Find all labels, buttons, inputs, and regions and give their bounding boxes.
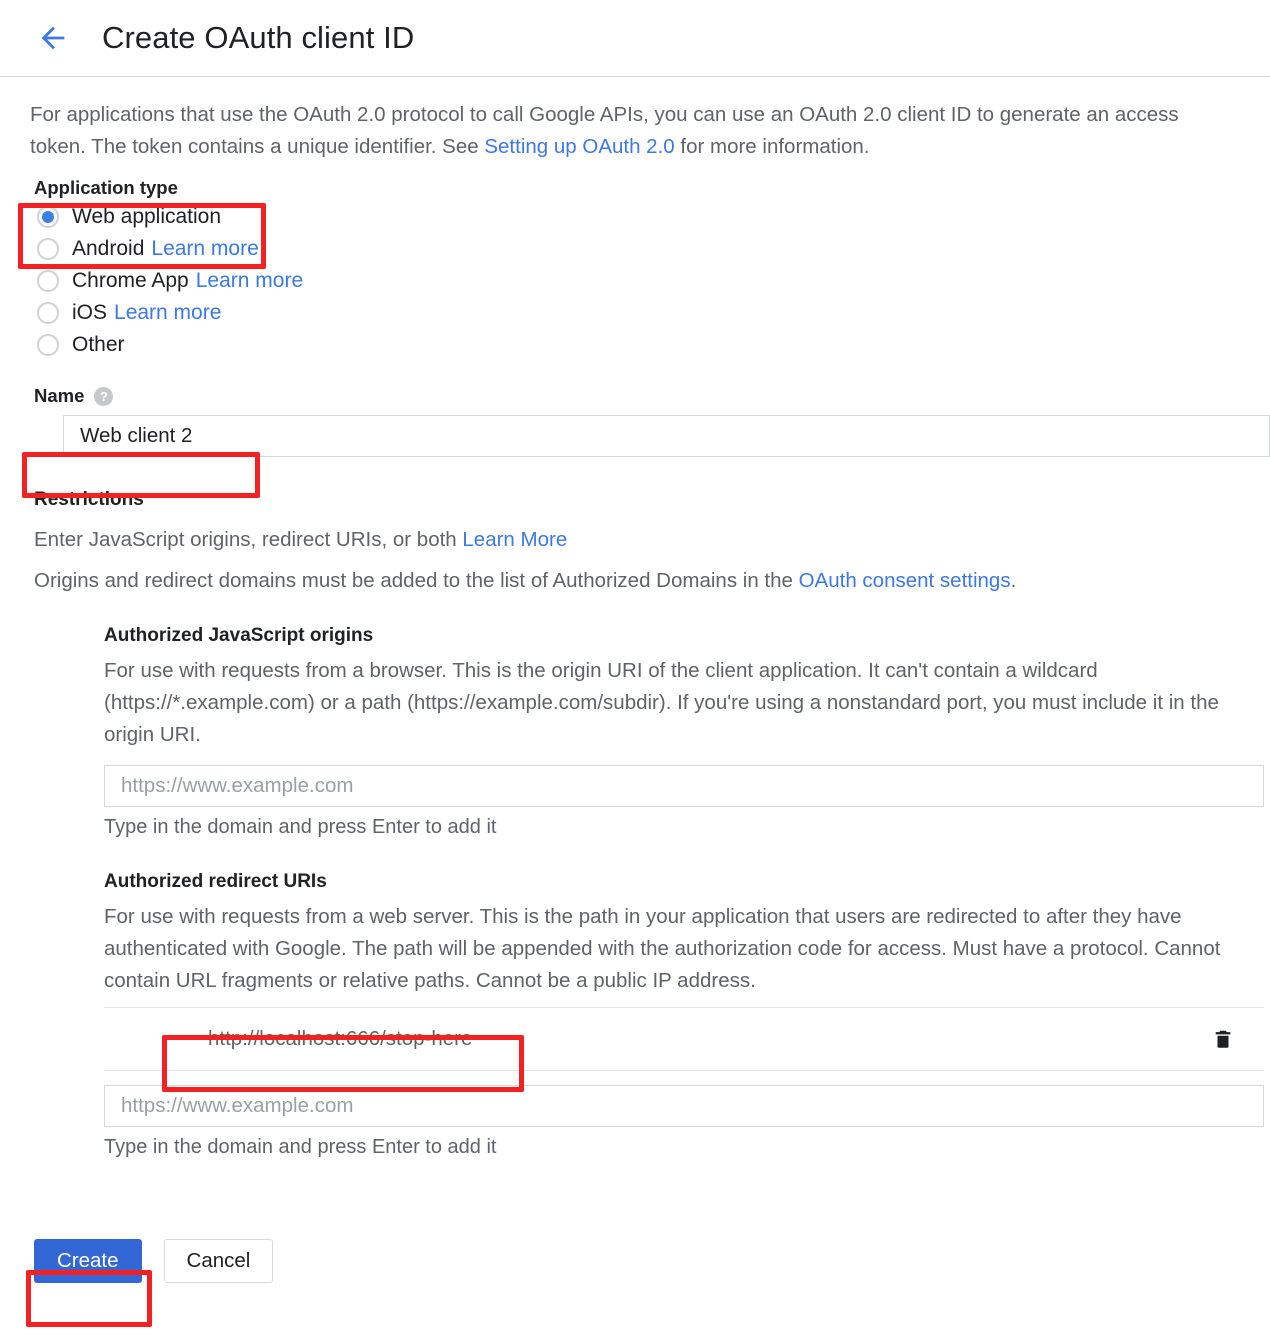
- help-icon[interactable]: ?: [94, 386, 114, 406]
- redirect-uris-section: Authorized redirect URIs For use with re…: [104, 871, 1264, 1159]
- learn-more-link-restrictions[interactable]: Learn More: [462, 528, 567, 551]
- page-header: Create OAuth client ID: [0, 0, 1270, 77]
- restrictions-line-2: Origins and redirect domains must be add…: [30, 569, 1240, 593]
- javascript-origins-description: For use with requests from a browser. Th…: [104, 659, 1219, 746]
- redirect-uri-row[interactable]: http://localhost:666/stop-here: [104, 1007, 1264, 1071]
- javascript-origins-hint: Type in the domain and press Enter to ad…: [104, 816, 497, 838]
- oauth-consent-settings-link[interactable]: OAuth consent settings: [799, 569, 1011, 592]
- learn-more-link-android[interactable]: Learn more: [151, 237, 258, 260]
- radio-chrome-app[interactable]: Chrome App Learn more: [30, 265, 1240, 297]
- back-arrow-icon[interactable]: [30, 15, 76, 61]
- radio-label-ios: iOS: [72, 301, 108, 324]
- radio-icon-web-application[interactable]: [37, 206, 59, 228]
- action-buttons: Create Cancel: [30, 1239, 1240, 1283]
- trash-icon[interactable]: [1212, 1026, 1234, 1052]
- restrictions-line-1-text: Enter JavaScript origins, redirect URIs,…: [34, 528, 463, 551]
- redirect-uri-value: http://localhost:666/stop-here: [208, 1027, 473, 1050]
- restrictions-line-1: Enter JavaScript origins, redirect URIs,…: [30, 528, 1240, 552]
- radio-icon-ios[interactable]: [37, 302, 59, 324]
- application-type-label: Application type: [34, 177, 178, 198]
- redirect-uris-input[interactable]: [104, 1085, 1264, 1127]
- create-button[interactable]: Create: [34, 1239, 142, 1283]
- application-type-group: Application type Web application Android…: [30, 175, 1240, 361]
- restrictions-line-2-part1: Origins and redirect domains must be add…: [34, 569, 799, 592]
- radio-label-other: Other: [72, 333, 125, 356]
- radio-web-application[interactable]: Web application: [30, 201, 1240, 233]
- intro-text-part2: for more information.: [674, 135, 870, 158]
- redirect-uris-description: For use with requests from a web server.…: [104, 905, 1221, 992]
- name-input[interactable]: [63, 415, 1270, 457]
- name-field-label-row: Name ?: [30, 385, 1240, 407]
- javascript-origins-input[interactable]: [104, 765, 1264, 807]
- radio-ios[interactable]: iOS Learn more: [30, 297, 1240, 329]
- restrictions-title: Restrictions: [34, 489, 144, 510]
- radio-icon-android[interactable]: [37, 238, 59, 260]
- page-title: Create OAuth client ID: [102, 20, 415, 55]
- learn-more-link-chrome-app[interactable]: Learn more: [196, 269, 303, 292]
- learn-more-link-ios[interactable]: Learn more: [114, 301, 221, 324]
- radio-label-android: Android: [72, 237, 145, 260]
- redirect-uris-title: Authorized redirect URIs: [104, 871, 327, 892]
- radio-label-chrome-app: Chrome App: [72, 269, 189, 292]
- cancel-button[interactable]: Cancel: [163, 1239, 274, 1283]
- radio-icon-chrome-app[interactable]: [37, 270, 59, 292]
- radio-icon-other[interactable]: [37, 334, 59, 356]
- restrictions-line-2-part2: .: [1010, 569, 1017, 592]
- radio-other[interactable]: Other: [30, 329, 1240, 361]
- radio-android[interactable]: Android Learn more: [30, 233, 1240, 265]
- name-label: Name: [34, 385, 85, 406]
- redirect-uris-hint: Type in the domain and press Enter to ad…: [104, 1136, 497, 1158]
- javascript-origins-title: Authorized JavaScript origins: [104, 625, 374, 646]
- intro-paragraph: For applications that use the OAuth 2.0 …: [30, 99, 1190, 163]
- javascript-origins-section: Authorized JavaScript origins For use wi…: [104, 625, 1264, 839]
- setting-up-oauth-link[interactable]: Setting up OAuth 2.0: [484, 135, 674, 158]
- radio-label-web-application: Web application: [72, 205, 222, 228]
